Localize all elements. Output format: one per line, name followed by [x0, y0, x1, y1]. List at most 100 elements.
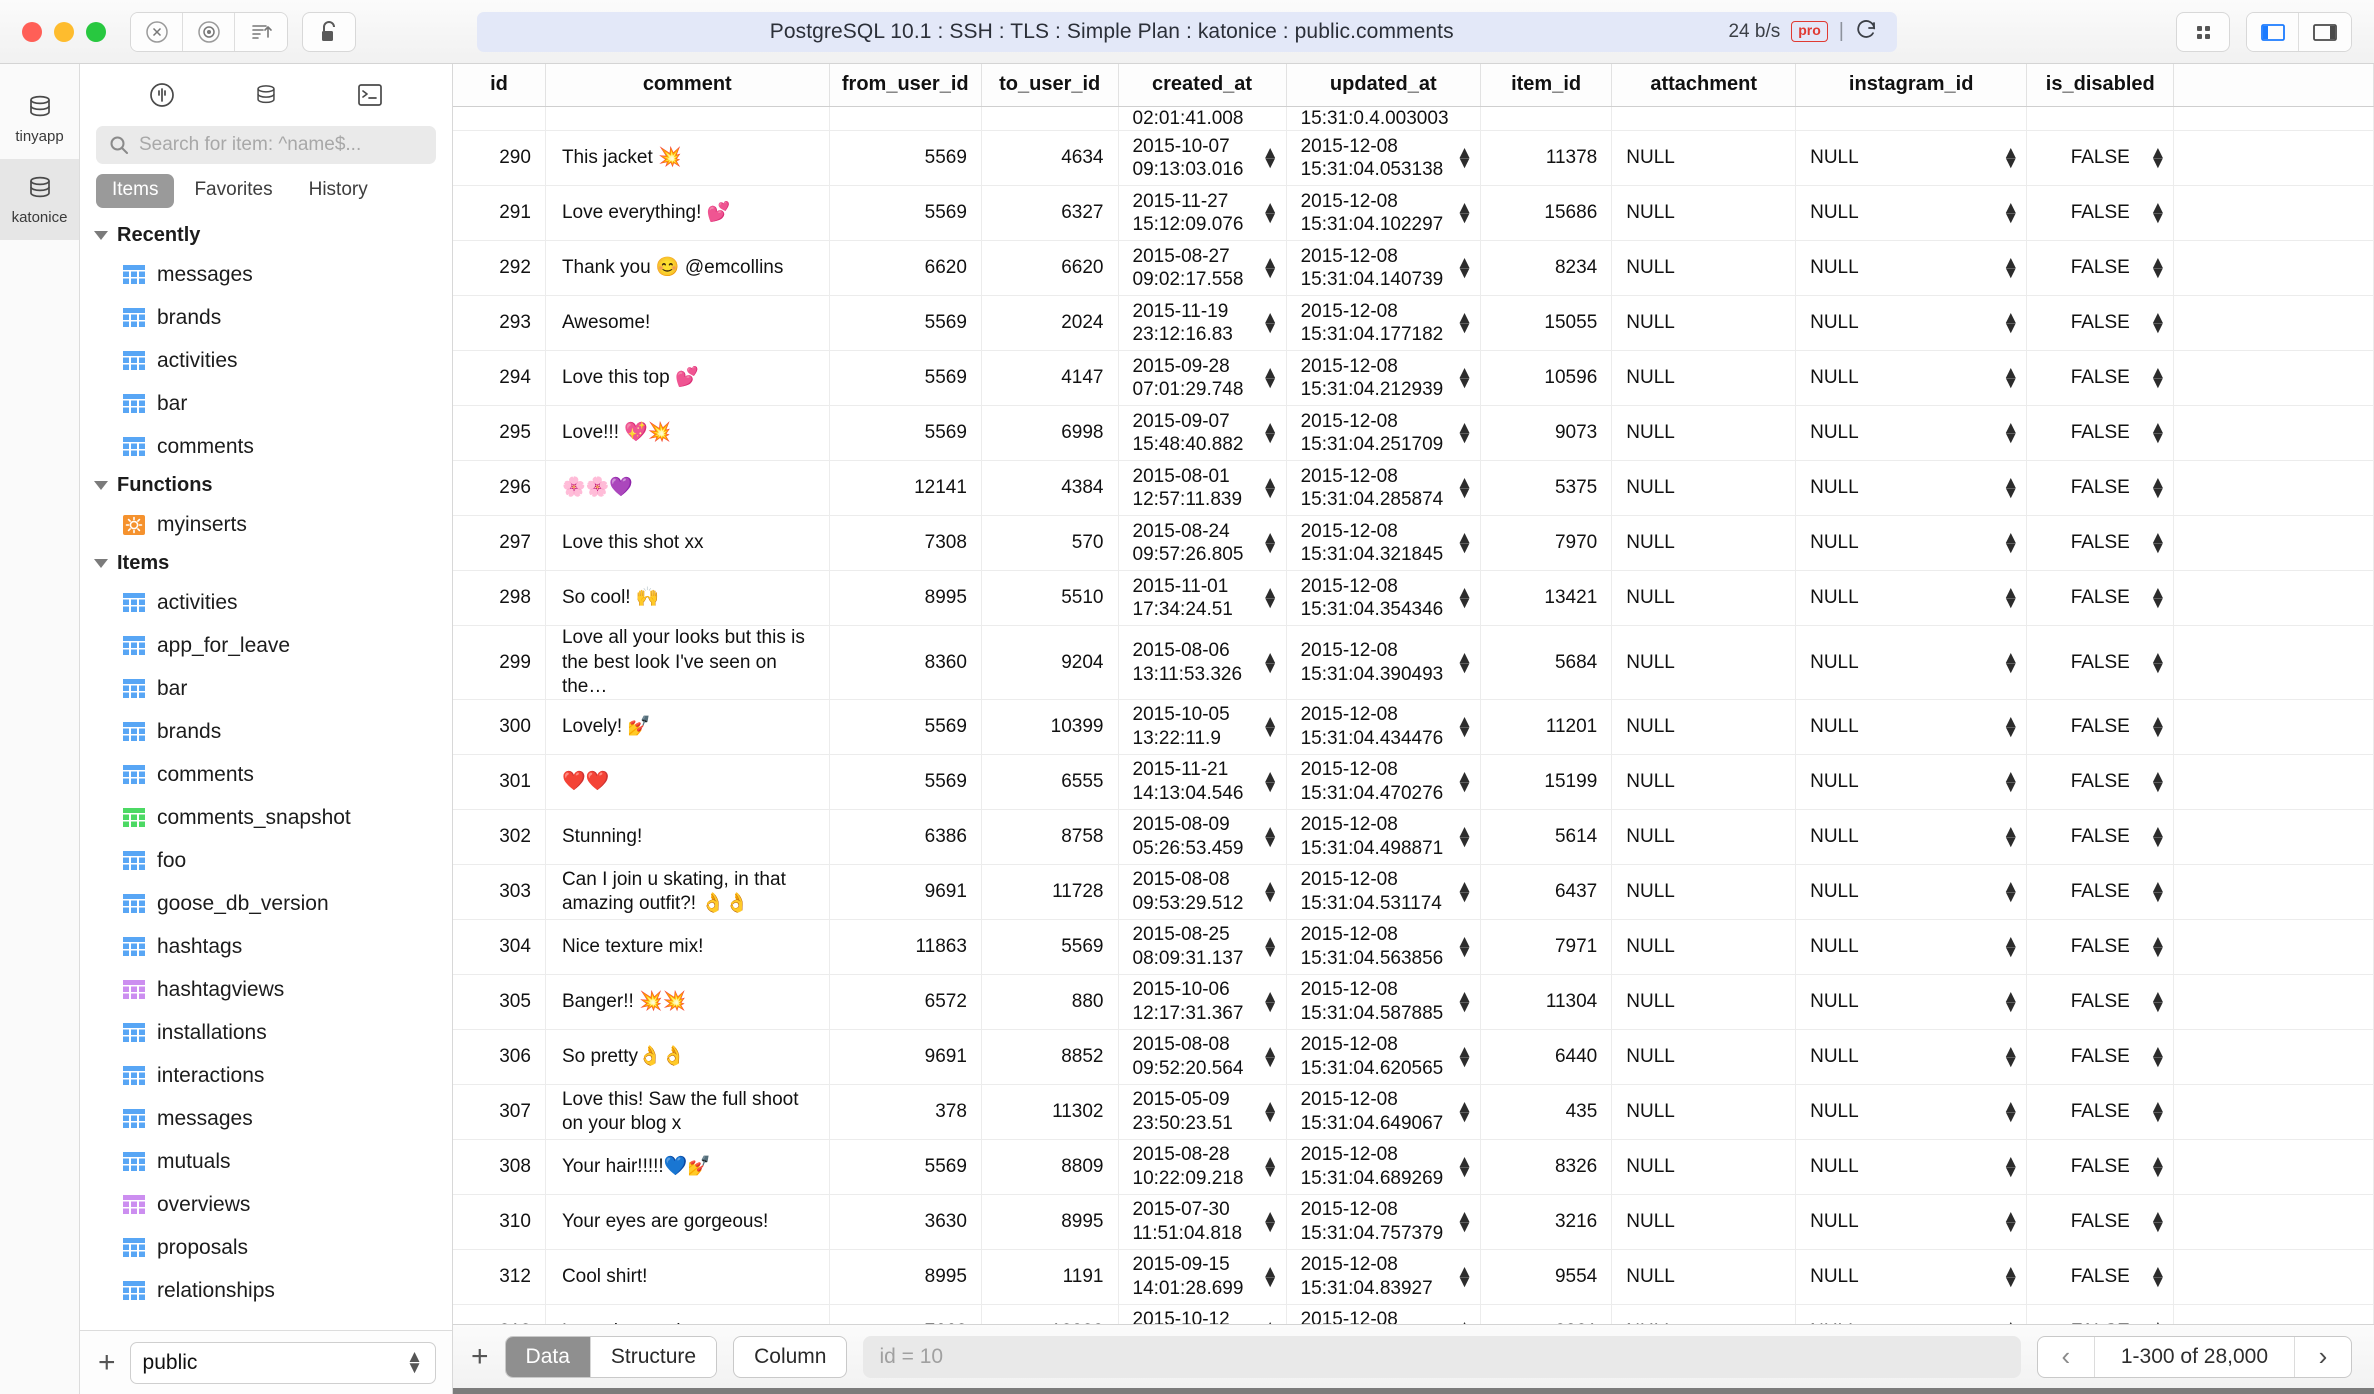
cell-stepper[interactable]: ▲▼	[2149, 934, 2166, 961]
cell-attachment[interactable]: NULL	[1611, 974, 1797, 1031]
cell-instagram-id[interactable]: NULL▲▼	[1795, 515, 2028, 572]
cell-stepper[interactable]: ▲▼	[2149, 714, 2166, 741]
cell-id[interactable]: 305	[453, 974, 546, 1031]
cell-is-disabled[interactable]: FALSE▲▼	[2026, 185, 2175, 242]
cell-attachment[interactable]: NULL	[1611, 185, 1797, 242]
cell-stepper[interactable]: ▲▼	[1262, 1264, 1279, 1291]
disclosure-triangle-icon[interactable]	[94, 231, 108, 240]
cell-stepper[interactable]: ▲▼	[1456, 145, 1473, 172]
cell-from-user-id[interactable]: 7308	[829, 515, 982, 572]
cell-to-user-id[interactable]: 1191	[981, 1249, 1119, 1306]
cell-id[interactable]: 296	[453, 460, 546, 517]
sidebar-item-hashtags[interactable]: hashtags	[80, 925, 452, 968]
cell-to-user-id[interactable]: 5510	[981, 570, 1119, 627]
cell-stepper[interactable]: ▲▼	[2002, 420, 2019, 447]
cell-is-disabled[interactable]: FALSE▲▼	[2026, 754, 2175, 811]
cell-stepper[interactable]: ▲▼	[1262, 649, 1279, 676]
prev-page-button[interactable]: ‹	[2038, 1337, 2094, 1377]
cell-updated-at[interactable]: 2015-12-08 15:31:04.321845 ▲ ▼	[1286, 515, 1481, 572]
cell-comment[interactable]: Love all your looks but this is the best…	[545, 625, 830, 701]
cell-created-at[interactable]: 2015-08-27 09:02:17.558 ▲ ▼	[1118, 240, 1287, 297]
cell-updated-at[interactable]: 2015-12-08 15:31:04.649067 ▲ ▼	[1286, 1084, 1481, 1141]
cell-created-at[interactable]: 2015-08-24 09:57:26.805 ▲ ▼	[1118, 515, 1287, 572]
cell-instagram-id[interactable]: NULL▲▼	[1795, 240, 2028, 297]
explain-eye-icon-button[interactable]	[183, 12, 235, 51]
cell-item-id[interactable]: 7970	[1480, 515, 1613, 572]
cell-from-user-id[interactable]: 5569	[829, 754, 982, 811]
disclosure-triangle-icon[interactable]	[94, 559, 108, 568]
cell-stepper[interactable]: ▲▼	[1456, 365, 1473, 392]
cell-stepper[interactable]: ▲▼	[2002, 1264, 2019, 1291]
table-row[interactable]: 293 Awesome! 5569 2024 2015-11-19 23:12:16.83…	[453, 295, 2374, 352]
cell-stepper[interactable]: ▲▼	[1456, 714, 1473, 741]
cell-stepper[interactable]: ▲▼	[1262, 310, 1279, 337]
cell-stepper[interactable]: ▲▼	[2149, 649, 2166, 676]
cell-comment[interactable]: Awesome!	[545, 295, 830, 352]
cell-stepper[interactable]: ▲▼	[1456, 475, 1473, 502]
cell-to-user-id[interactable]: 8809	[981, 1139, 1119, 1196]
cell-updated-at[interactable]: 2015-12-08 15:31:04.053138 ▲ ▼	[1286, 130, 1481, 187]
cell-is-disabled[interactable]: FALSE▲▼	[2026, 974, 2175, 1031]
terminal-icon-button[interactable]	[347, 76, 393, 114]
cell-instagram-id[interactable]: NULL▲▼	[1795, 699, 2028, 756]
cell-to-user-id[interactable]: 8758	[981, 809, 1119, 866]
cell-from-user-id[interactable]: 8995	[829, 1249, 982, 1306]
sidebar-item-bar[interactable]: bar	[80, 382, 452, 425]
cell-stepper[interactable]: ▲▼	[2002, 934, 2019, 961]
cell-comment[interactable]: Thank you 😊 @emcollins	[545, 240, 830, 297]
cell-created-at[interactable]: 2015-11-21 14:13:04.546 ▲ ▼	[1118, 754, 1287, 811]
cell-instagram-id[interactable]: NULL▲▼	[1795, 570, 2028, 627]
cell-item-id[interactable]: 5375	[1480, 460, 1613, 517]
cell-attachment[interactable]: NULL	[1611, 754, 1797, 811]
cell-id[interactable]: 297	[453, 515, 546, 572]
sidebar-item-relationships[interactable]: relationships	[80, 1269, 452, 1312]
table-row[interactable]: 306 So pretty👌👌 9691 8852 2015-08-08 09:52:20…	[453, 1029, 2374, 1086]
cell-stepper[interactable]: ▲▼	[1456, 1209, 1473, 1236]
cell-item-id[interactable]: 11378	[1480, 130, 1613, 187]
disclosure-triangle-icon[interactable]	[94, 481, 108, 490]
cell-is-disabled[interactable]: FALSE▲▼	[2026, 405, 2175, 462]
sidebar-item-activities[interactable]: activities	[80, 339, 452, 382]
cell-created-at[interactable]: 2015-08-25 08:09:31.137 ▲ ▼	[1118, 919, 1287, 976]
cell-item-id[interactable]: 15055	[1480, 295, 1613, 352]
cell-is-disabled[interactable]: FALSE▲▼	[2026, 460, 2175, 517]
cell-created-at[interactable]: 2015-08-06 13:11:53.326 ▲ ▼	[1118, 625, 1287, 701]
cell-created-at[interactable]: 2015-10-07 09:13:03.016 ▲ ▼	[1118, 130, 1287, 187]
cell-instagram-id[interactable]: NULL▲▼	[1795, 1084, 2028, 1141]
cell-item-id[interactable]: 8021	[1480, 1304, 1613, 1324]
cell-from-user-id[interactable]: 3630	[829, 1194, 982, 1251]
cell-stepper[interactable]: ▲▼	[2002, 145, 2019, 172]
cell-stepper[interactable]: ▲▼	[1262, 255, 1279, 282]
cell-item-id[interactable]: 7971	[1480, 919, 1613, 976]
cell-to-user-id[interactable]: 6555	[981, 754, 1119, 811]
cell-instagram-id[interactable]: NULL▲▼	[1795, 1194, 2028, 1251]
cell-stepper[interactable]: ▲▼	[1456, 200, 1473, 227]
cell-from-user-id[interactable]: 8995	[829, 570, 982, 627]
table-row[interactable]: 300 Lovely! 💅 5569 10399 2015-10-05 13:22:11.…	[453, 699, 2374, 756]
cell-updated-at[interactable]: 2015-12-08 15:31:04.390493 ▲ ▼	[1286, 625, 1481, 701]
cell-comment[interactable]: This jacket 💥	[545, 130, 830, 187]
add-item-button[interactable]: +	[98, 1347, 116, 1378]
cell-to-user-id[interactable]: 880	[981, 974, 1119, 1031]
toggle-left-panel-button[interactable]	[2247, 13, 2299, 51]
column-header-id[interactable]: id	[453, 64, 546, 107]
cell-instagram-id[interactable]: NULL▲▼	[1795, 974, 2028, 1031]
table-row[interactable]: 292 Thank you 😊 @emcollins 6620 6620 2015-08…	[453, 240, 2374, 297]
sidebar-item-activities[interactable]: activities	[80, 581, 452, 624]
plug-icon-button[interactable]	[139, 76, 185, 114]
cell-stepper[interactable]: ▲▼	[1456, 1264, 1473, 1291]
cell-instagram-id[interactable]: NULL▲▼	[1795, 1139, 2028, 1196]
cell-stepper[interactable]: ▲▼	[1456, 1099, 1473, 1126]
cell-instagram-id[interactable]: NULL▲▼	[1795, 295, 2028, 352]
cell-stepper[interactable]: ▲▼	[1262, 769, 1279, 796]
cell-item-id[interactable]: 11201	[1480, 699, 1613, 756]
cell-id[interactable]: 302	[453, 809, 546, 866]
cell-updated-at[interactable]: 2015-12-0815:31:04.867942▲▼	[1286, 1304, 1481, 1324]
cell-updated-at[interactable]: 2015-12-08 15:31:04.140739 ▲ ▼	[1286, 240, 1481, 297]
column-header-to_user_id[interactable]: to_user_id	[981, 64, 1119, 107]
cell-stepper[interactable]: ▲▼	[2149, 310, 2166, 337]
cell-stepper[interactable]: ▲▼	[2002, 1044, 2019, 1071]
cell-instagram-id[interactable]: NULL▲▼	[1795, 919, 2028, 976]
cell-id[interactable]: 313	[453, 1304, 546, 1324]
cell-updated-at[interactable]: 2015-12-08 15:31:04.83927 ▲ ▼	[1286, 1249, 1481, 1306]
